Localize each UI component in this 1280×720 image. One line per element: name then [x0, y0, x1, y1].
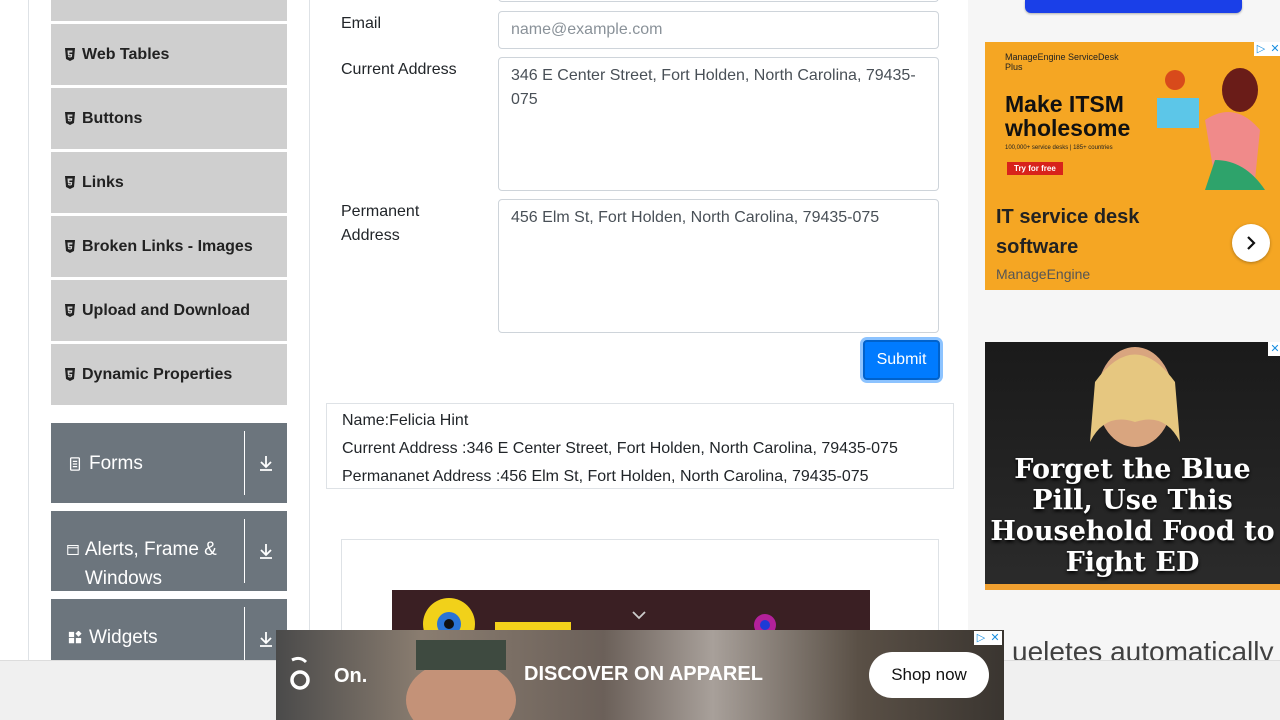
chevron-down-icon[interactable] — [632, 610, 646, 620]
top-ad-button[interactable] — [1025, 0, 1242, 13]
ad-logo-word: On. — [334, 665, 368, 687]
download-icon[interactable] — [245, 511, 287, 591]
html5-icon — [65, 240, 75, 253]
ad-headline-line: wholesome — [1005, 115, 1131, 141]
on-apparel-ad[interactable]: On. DISCOVER ON APPAREL Shop now — [276, 630, 1004, 720]
sidebar-item-broken-links[interactable]: Broken Links - Images — [51, 216, 287, 278]
group-header[interactable]: Alerts, Frame & Windows — [51, 519, 245, 589]
sidebar-item-partial[interactable] — [51, 0, 287, 22]
ad-advertiser: ManageEngine — [996, 266, 1091, 282]
widgets-icon — [68, 631, 82, 644]
on-logo-icon — [290, 656, 310, 690]
sidebar-item-buttons[interactable]: Buttons — [51, 88, 287, 150]
form-icon — [69, 457, 81, 471]
group-label: Forms — [89, 453, 143, 474]
ad-photo — [406, 640, 516, 720]
sidebar-item-label: Broken Links - Images — [82, 237, 253, 255]
ad-headline: Make ITSM wholesome — [1005, 92, 1130, 140]
permanent-address-label: Permanent Address — [341, 203, 420, 244]
page: Web Tables Buttons Links Broken Links - … — [0, 0, 1280, 720]
html5-icon — [65, 176, 75, 189]
shop-now-button[interactable]: Shop now — [869, 652, 989, 698]
adchoices-icon[interactable]: ▷ — [974, 631, 988, 645]
output-box: Name:Felicia Hint Current Address :346 E… — [326, 403, 954, 489]
group-header[interactable]: Forms — [51, 431, 245, 495]
html5-icon — [65, 368, 75, 381]
sidebar-item-web-tables[interactable]: Web Tables — [51, 24, 287, 86]
game-ad[interactable] — [392, 590, 870, 630]
permanent-address-textarea[interactable]: 456 Elm St, Fort Holden, North Carolina,… — [498, 199, 939, 333]
ad-banner-bar — [495, 622, 571, 630]
current-address-label: Current Address — [341, 61, 457, 78]
html5-icon — [65, 304, 75, 317]
sidebar-item-label: Web Tables — [82, 45, 170, 63]
current-address-textarea[interactable]: 346 E Center Street, Fort Holden, North … — [498, 57, 939, 191]
sidebar-item-label: Dynamic Properties — [82, 365, 233, 383]
manageengine-ad[interactable]: ManageEngine ServiceDesk Plus Make ITSM … — [985, 42, 1280, 290]
sidebar-item-links[interactable]: Links — [51, 152, 287, 214]
ad-tagline: DISCOVER ON APPAREL — [524, 663, 763, 685]
output-permanent-address: Permananet Address :456 Elm St, Fort Hol… — [342, 468, 869, 485]
ad-badge-icon — [754, 614, 776, 630]
ad-close-icon[interactable]: ✕ — [1268, 342, 1280, 356]
sidebar-item-label: Upload and Download — [82, 301, 250, 319]
ad-cta[interactable]: Try for free — [1007, 162, 1063, 175]
left-sidebar: Web Tables Buttons Links Broken Links - … — [28, 0, 310, 679]
ad-illustration — [1157, 68, 1265, 190]
ed-ad[interactable]: Forget the Blue Pill, Use This Household… — [985, 342, 1280, 590]
ad-close-icon[interactable]: ✕ — [1268, 42, 1280, 56]
email-label: Email — [341, 15, 382, 32]
sidebar-item-dynamic-properties[interactable]: Dynamic Properties — [51, 344, 287, 406]
group-alerts[interactable]: Alerts, Frame & Windows — [51, 511, 287, 591]
ad-sub: 100,000+ service desks | 185+ countries — [1005, 145, 1113, 151]
group-label: Alerts, Frame & Windows — [84, 539, 217, 589]
ad-bottom-bar — [985, 584, 1280, 590]
ad-text: Forget the Blue Pill, Use This Household… — [990, 454, 1275, 578]
ad-headline-line: Make ITSM — [1005, 91, 1124, 117]
download-icon[interactable] — [245, 423, 287, 503]
ad-brand: ManageEngine ServiceDesk Plus — [1005, 52, 1119, 72]
sidebar-item-label: Links — [82, 173, 124, 191]
ad-close-icon[interactable]: ✕ — [988, 631, 1002, 645]
adchoices-icon[interactable]: ▷ — [1254, 42, 1268, 56]
window-icon — [67, 545, 79, 555]
submit-button[interactable]: Submit — [863, 340, 940, 380]
ad-title: IT service desk software — [996, 206, 1140, 258]
previous-input-edge — [498, 0, 939, 2]
chevron-right-icon[interactable] — [1232, 224, 1270, 262]
group-label: Widgets — [89, 627, 158, 648]
gear-icon — [423, 598, 475, 630]
ad-photo — [1090, 347, 1180, 447]
email-field[interactable]: name@example.com — [498, 11, 939, 49]
permanent-address-value: 456 Elm St, Fort Holden, North Carolina,… — [511, 209, 880, 226]
sidebar-item-upload-download[interactable]: Upload and Download — [51, 280, 287, 342]
html5-icon — [65, 112, 75, 125]
sidebar-item-label: Buttons — [82, 109, 143, 127]
group-forms[interactable]: Forms — [51, 423, 287, 503]
output-name: Name:Felicia Hint — [342, 412, 469, 429]
output-current-address: Current Address :346 E Center Street, Fo… — [342, 440, 898, 457]
html5-icon — [65, 48, 75, 61]
current-address-value: 346 E Center Street, Fort Holden, North … — [511, 67, 916, 108]
email-placeholder: name@example.com — [511, 21, 663, 38]
